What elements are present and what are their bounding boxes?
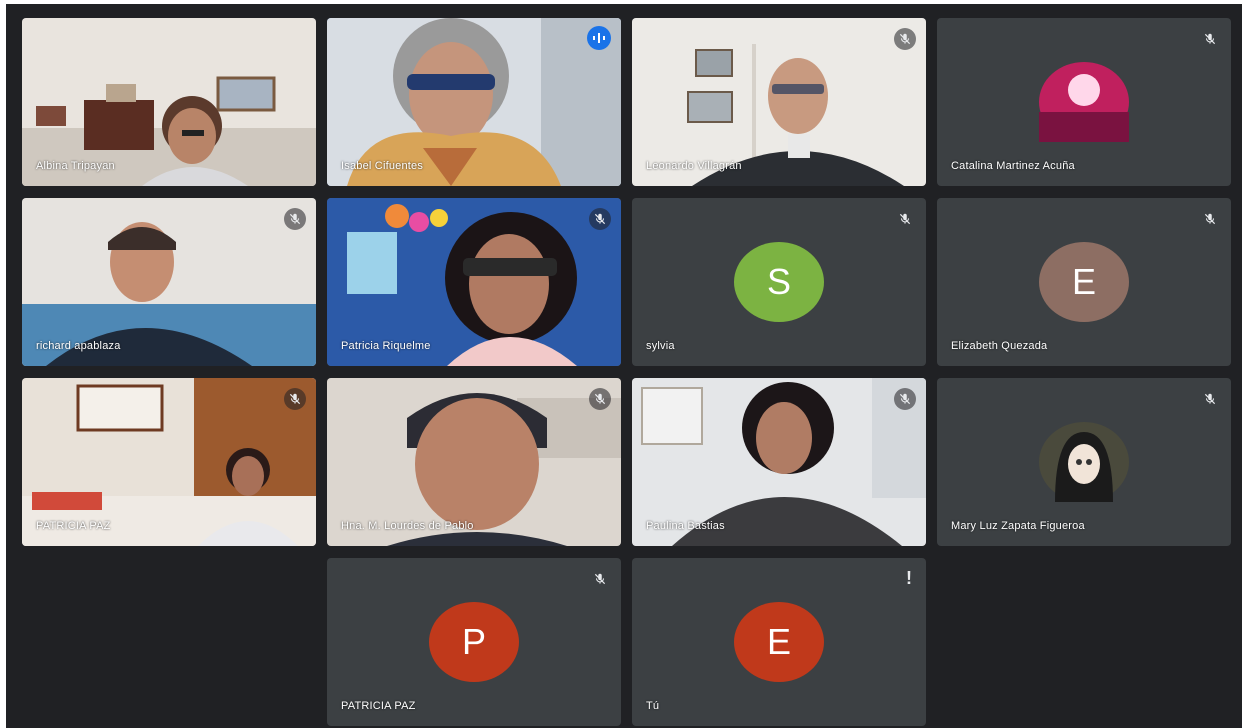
avatar-initial: P <box>461 621 486 662</box>
mic-off-icon <box>1199 208 1221 230</box>
participant-name: Patricia Riquelme <box>341 340 431 352</box>
participant-tile[interactable]: PATRICIA PAZ <box>22 378 316 546</box>
avatar: E <box>1039 242 1129 322</box>
avatar <box>1039 62 1129 142</box>
mic-off-icon <box>589 568 611 590</box>
participant-tile[interactable]: Leonardo Villagrán <box>632 18 926 186</box>
participant-tile[interactable]: Patricia Riquelme <box>327 198 621 366</box>
mic-off-icon <box>894 28 916 50</box>
exclamation-icon[interactable]: ! <box>906 568 912 589</box>
participant-tile[interactable]: Hna. M. Lourdes de Pablo <box>327 378 621 546</box>
audio-wave-icon <box>587 26 611 50</box>
avatar: E <box>734 602 824 682</box>
participant-tile[interactable]: Catalina Martinez Acuña <box>937 18 1231 186</box>
participant-name: Leonardo Villagrán <box>646 160 742 172</box>
participant-name: richard apablaza <box>36 340 121 352</box>
participant-name: Albina Tripayan <box>36 160 115 172</box>
mic-off-icon <box>1199 28 1221 50</box>
avatar-initial: S <box>766 261 791 302</box>
participant-name: sylvia <box>646 340 675 352</box>
participant-tile[interactable]: Isabel Cifuentes <box>327 18 621 186</box>
participant-tile[interactable]: richard apablaza <box>22 198 316 366</box>
meeting-grid: Albina Tripayan Isabel Cifuentes Leonard… <box>6 4 1242 728</box>
participant-name: PATRICIA PAZ <box>341 700 416 712</box>
participant-name: Catalina Martinez Acuña <box>951 160 1075 172</box>
mic-off-icon <box>284 208 306 230</box>
participant-tile[interactable]: E Elizabeth Quezada <box>937 198 1231 366</box>
participant-tile[interactable]: Mary Luz Zapata Figueroa <box>937 378 1231 546</box>
participant-tile[interactable]: ! E Tú <box>632 558 926 726</box>
mic-off-icon <box>894 388 916 410</box>
mic-off-icon <box>589 388 611 410</box>
mic-off-icon <box>284 388 306 410</box>
participant-tile[interactable]: S sylvia <box>632 198 926 366</box>
avatar <box>1039 422 1129 502</box>
participant-name: Mary Luz Zapata Figueroa <box>951 520 1085 532</box>
participant-tile[interactable]: Paulina Bastias <box>632 378 926 546</box>
participant-name: Tú <box>646 700 660 712</box>
participant-name: Hna. M. Lourdes de Pablo <box>341 520 474 532</box>
mic-off-icon <box>894 208 916 230</box>
mic-off-icon <box>589 208 611 230</box>
avatar-initial: E <box>1071 261 1096 302</box>
mic-off-icon <box>1199 388 1221 410</box>
participant-name: Isabel Cifuentes <box>341 160 424 172</box>
participant-tile[interactable]: Albina Tripayan <box>22 18 316 186</box>
avatar: P <box>429 602 519 682</box>
participant-name: Paulina Bastias <box>646 520 725 532</box>
avatar-initial: E <box>766 621 791 662</box>
participant-name: Elizabeth Quezada <box>951 340 1048 352</box>
avatar: S <box>734 242 824 322</box>
participant-name: PATRICIA PAZ <box>36 520 111 532</box>
participant-tile[interactable]: P PATRICIA PAZ <box>327 558 621 726</box>
